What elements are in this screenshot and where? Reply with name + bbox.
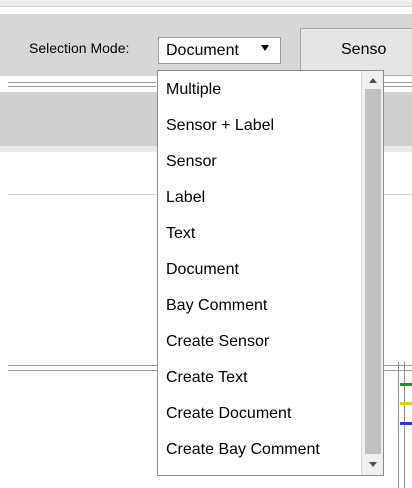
- toolbar: Selection Mode: Document Senso: [0, 14, 412, 76]
- diagram-wire-yellow: [400, 402, 412, 405]
- dropdown-option[interactable]: Sensor: [166, 153, 217, 171]
- dropdown-option[interactable]: Label: [166, 189, 205, 207]
- scroll-up-icon: [369, 78, 377, 83]
- scroll-down-button[interactable]: [365, 457, 381, 473]
- dropdown-arrow-icon: [261, 45, 269, 51]
- dropdown-option[interactable]: Document: [166, 261, 239, 279]
- dropdown-option[interactable]: Create Text: [166, 369, 248, 387]
- dropdown-option[interactable]: Sensor + Label: [166, 117, 274, 135]
- divider: [384, 82, 412, 87]
- divider: [384, 194, 412, 195]
- diagram-wire-green: [400, 383, 412, 386]
- sensor-button[interactable]: Senso: [300, 28, 412, 76]
- dropdown-option[interactable]: Bay Comment: [166, 297, 267, 315]
- dropdown-option[interactable]: Text: [166, 225, 195, 243]
- sensor-button-label: Senso: [341, 41, 387, 58]
- dropdown-option[interactable]: Multiple: [166, 81, 221, 99]
- dropdown-option[interactable]: Create Sensor: [166, 333, 269, 351]
- scroll-down-icon: [369, 462, 377, 467]
- diagram-rail: [8, 365, 157, 371]
- selection-mode-select[interactable]: Document: [158, 37, 281, 64]
- divider: [8, 82, 156, 87]
- dropdown-option[interactable]: Create Bay Comment: [166, 441, 320, 459]
- scroll-up-button[interactable]: [365, 72, 381, 88]
- diagram-line: [398, 362, 399, 488]
- diagram-line: [404, 362, 405, 488]
- divider: [8, 194, 156, 195]
- top-edge: [0, 0, 412, 7]
- diagram-wire-blue: [400, 422, 412, 425]
- selection-mode-label: Selection Mode:: [29, 40, 130, 56]
- dropdown-scrollbar[interactable]: [361, 71, 383, 475]
- dropdown-option[interactable]: Create Document: [166, 405, 291, 423]
- scrollbar-thumb[interactable]: [365, 89, 381, 454]
- selection-mode-value: Document: [166, 42, 239, 59]
- selection-mode-dropdown-list[interactable]: Multiple Sensor + Label Sensor Label Tex…: [157, 70, 384, 476]
